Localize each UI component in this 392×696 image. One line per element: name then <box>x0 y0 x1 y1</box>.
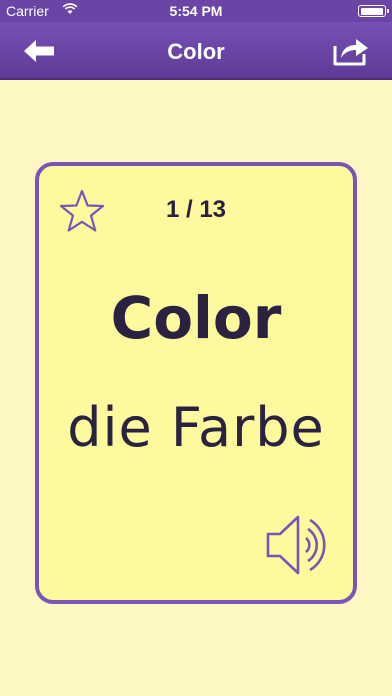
card-translation: die Farbe <box>67 396 325 459</box>
speaker-icon[interactable] <box>264 509 338 581</box>
battery-icon <box>358 5 389 17</box>
card-word: Color <box>110 284 282 352</box>
share-icon[interactable] <box>332 36 370 66</box>
card-counter: 1 / 13 <box>165 196 227 223</box>
flashcard[interactable]: 1 / 13 Color die Farbe <box>35 162 357 604</box>
status-time: 5:54 PM <box>169 3 223 19</box>
status-bar: Carrier 5:54 PM <box>0 0 392 22</box>
navigation-bar: Color <box>0 22 392 80</box>
